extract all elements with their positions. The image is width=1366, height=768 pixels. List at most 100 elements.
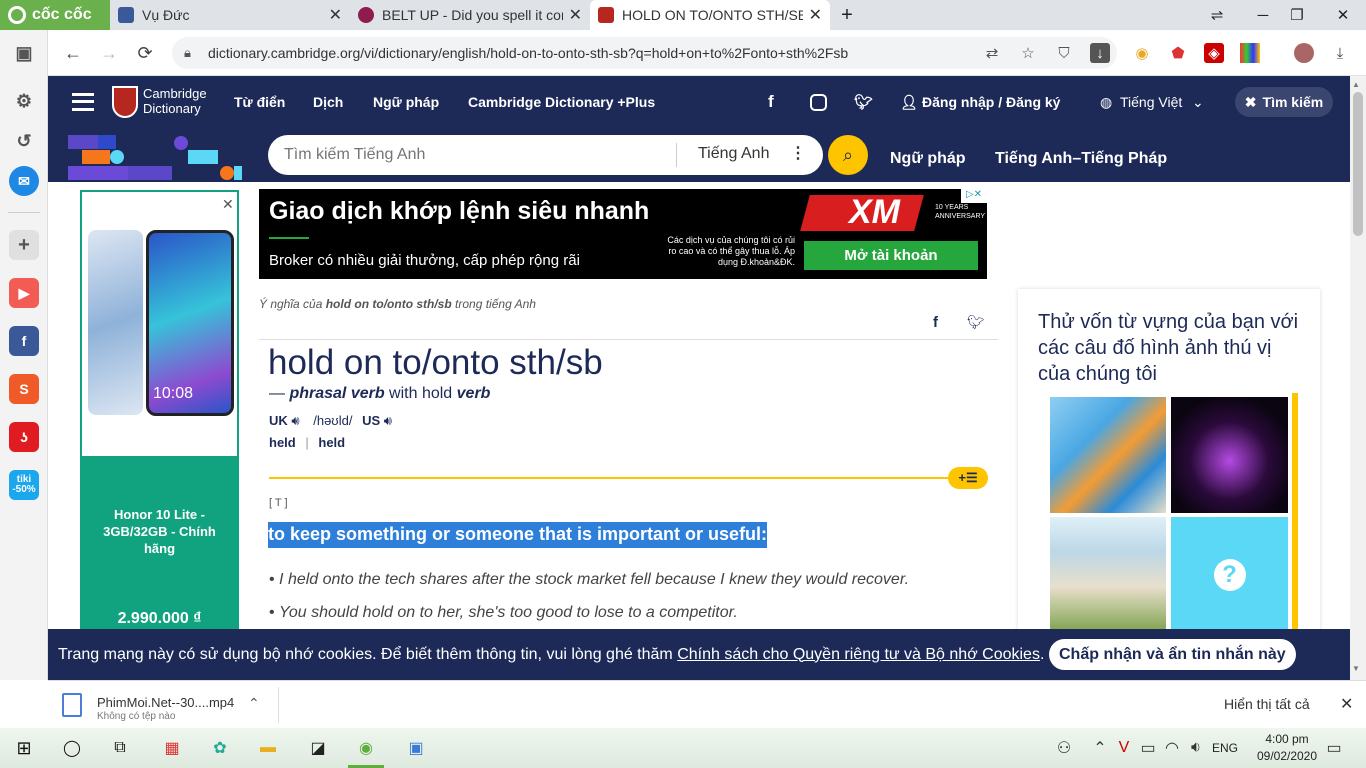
scrollbar[interactable]: ▲ ▼ [1350, 76, 1366, 680]
top-ad-banner[interactable]: Giao dịch khớp lệnh siêu nhanh Broker có… [259, 189, 987, 279]
tab-1[interactable]: Vụ Đức ✕ [110, 0, 350, 30]
file-explorer-icon[interactable]: ▬ [254, 734, 282, 762]
cookie-policy-link[interactable]: Chính sách cho Quyền riêng tư và Bộ nhớ … [677, 646, 1040, 663]
twitter-icon[interactable]: 🐦︎ [854, 93, 873, 111]
chevron-up-icon[interactable]: ⌃ [248, 695, 260, 712]
downloads-icon[interactable]: ⤓ [1330, 43, 1350, 63]
meaning-breadcrumb: Ý nghĩa của hold on to/onto sth/sb trong… [259, 297, 536, 311]
reload-button[interactable]: ⟳ [130, 38, 160, 68]
dollhouse-image[interactable] [1050, 517, 1166, 633]
clock-date[interactable]: 09/02/2020 [1252, 749, 1322, 763]
waterslide-image[interactable] [1050, 397, 1166, 513]
menu-icon[interactable] [72, 93, 94, 111]
close-icon[interactable]: ✕ [222, 196, 234, 213]
speaker-uk-icon[interactable]: 🔊︎ [291, 413, 299, 428]
scroll-down-icon[interactable]: ▼ [1352, 664, 1360, 673]
language-select[interactable]: Tiếng Việt [1120, 94, 1182, 110]
messenger-icon[interactable]: ✉ [9, 166, 39, 196]
lazada-icon[interactable]: ʖ [9, 422, 39, 452]
ad-choices-icon[interactable]: ▷✕ [961, 189, 987, 203]
search-button[interactable]: ⌕ [828, 135, 868, 175]
search-close-button[interactable]: ✖ Tìm kiếm [1235, 87, 1333, 117]
add-to-list-button[interactable]: +☰ [948, 467, 988, 489]
site-logo[interactable]: Cambridge Dictionary [143, 86, 207, 116]
close-icon[interactable]: ✕ [569, 5, 582, 25]
translate-icon[interactable]: ⇄ [982, 43, 1002, 63]
instagram-icon[interactable] [810, 94, 827, 111]
login-link[interactable]: Đăng nhập / Đăng ký [922, 94, 1060, 110]
tab-3-active[interactable]: HOLD ON TO/ONTO STH/SB ✕ [590, 0, 830, 30]
tiki-icon[interactable]: tiki -50% [9, 470, 39, 500]
windows-start-icon[interactable]: ⊞ [10, 734, 38, 762]
history-icon[interactable]: ↺ [9, 126, 39, 156]
facebook-icon[interactable]: f [768, 92, 774, 112]
nav-dictionary[interactable]: Từ điển [234, 94, 285, 110]
input-language[interactable]: ENG [1212, 741, 1238, 755]
cambridge-shield-icon [112, 86, 138, 118]
restore-tabs-icon[interactable]: ⇌ [1194, 0, 1240, 30]
grammar-link[interactable]: Ngữ pháp [890, 150, 966, 168]
close-icon[interactable]: ✕ [329, 5, 342, 25]
download-filename[interactable]: PhimMoi.Net--30....mp4 [97, 695, 234, 710]
app-icon[interactable]: ▣ [402, 734, 430, 762]
accept-cookies-button[interactable]: Chấp nhận và ẩn tin nhắn này [1049, 639, 1296, 670]
show-all-downloads[interactable]: Hiển thị tất cả [1224, 696, 1310, 712]
nav-plus[interactable]: Cambridge Dictionary +Plus [468, 94, 655, 110]
task-view-icon[interactable]: ⧉ [106, 734, 134, 762]
divider [676, 143, 677, 167]
back-button[interactable]: ← [58, 38, 88, 68]
clock-time[interactable]: 4:00 pm [1252, 732, 1322, 746]
scroll-up-icon[interactable]: ▲ [1352, 80, 1360, 89]
shopee-icon[interactable]: S [9, 374, 39, 404]
star-icon[interactable]: ☆ [1018, 43, 1038, 63]
carousel-image[interactable] [1171, 397, 1288, 513]
decor-block [82, 150, 110, 164]
new-tab-button[interactable]: + [832, 0, 862, 30]
search-input[interactable] [284, 143, 664, 167]
english-french-link[interactable]: Tiếng Anh–Tiếng Pháp [995, 150, 1167, 168]
phone-time: 10:08 [153, 385, 194, 402]
coccoc-icon[interactable]: ◉ [352, 734, 380, 762]
gear-icon[interactable]: ⚙ [9, 86, 39, 116]
extension-icon[interactable]: ◉ [1132, 43, 1152, 63]
share-facebook-icon[interactable]: f [933, 314, 938, 331]
ad-risk-text: Các dịch vụ của chúng tôi có rủi ro cao … [667, 235, 795, 267]
app-icon[interactable]: ▦ [158, 734, 186, 762]
ad-cta-button[interactable]: Mở tài khoản [804, 241, 978, 270]
maximize-button[interactable]: ❐ [1274, 0, 1320, 30]
search-language-select[interactable]: Tiếng Anh [698, 145, 769, 163]
volume-icon[interactable]: 🔉︎ [1182, 734, 1210, 762]
add-icon[interactable]: + [9, 230, 39, 260]
facebook-icon[interactable]: f [9, 326, 39, 356]
close-icon[interactable]: ✕ [1340, 694, 1353, 714]
avatar[interactable] [1294, 43, 1314, 63]
example-text: You should hold on to her, she's too goo… [279, 604, 738, 621]
coccoc-logo[interactable]: cốc cốc [0, 0, 110, 30]
sidebar-toggle-icon[interactable]: ▣ [9, 38, 39, 68]
scrollbar-thumb[interactable] [1353, 92, 1363, 236]
download-icon[interactable]: ↓ [1090, 43, 1110, 63]
people-icon[interactable]: ⚇ [1050, 734, 1078, 762]
tab-2[interactable]: BELT UP - Did you spell it corr ✕ [350, 0, 590, 30]
nav-grammar[interactable]: Ngữ pháp [373, 94, 439, 110]
left-ad[interactable]: ✕ 10:08 Honor 10 Lite - 3GB/32GB - Chính… [80, 190, 239, 632]
nav-translate[interactable]: Dịch [313, 94, 343, 110]
extension-icon[interactable] [1240, 43, 1260, 63]
address-bar[interactable]: 🔒︎ dictionary.cambridge.org/vi/dictionar… [172, 37, 1117, 69]
shield-icon[interactable]: ⛉ [1054, 43, 1074, 63]
search-icon[interactable]: ◯ [58, 734, 86, 762]
forward-button[interactable]: → [94, 38, 124, 68]
close-icon[interactable]: ✕ [809, 5, 822, 25]
app-icon[interactable]: ◪ [304, 734, 332, 762]
quiz-question-tile[interactable]: ? [1171, 517, 1288, 633]
share-twitter-icon[interactable]: 🐦︎ [967, 314, 985, 331]
close-window-button[interactable]: ✕ [1320, 0, 1366, 30]
adblock-icon[interactable]: ⬟ [1168, 43, 1188, 63]
youtube-icon[interactable]: ▶ [9, 278, 39, 308]
speaker-us-icon[interactable]: 🔊︎ [384, 413, 392, 428]
extension-icon[interactable]: ◈ [1204, 43, 1224, 63]
notification-icon[interactable]: ▭ [1320, 734, 1348, 762]
more-options-icon[interactable]: ⋮ [790, 143, 806, 163]
app-icon[interactable]: ✿ [206, 734, 234, 762]
verb-form: held [269, 435, 296, 450]
